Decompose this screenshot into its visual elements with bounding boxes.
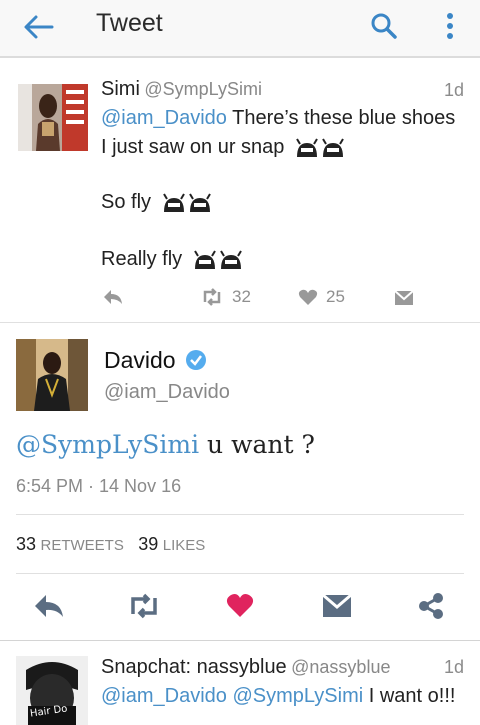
author-handle[interactable]: @iam_Davido <box>104 381 230 404</box>
back-arrow-icon[interactable] <box>22 12 56 42</box>
android-emoji-icon <box>296 138 344 157</box>
mention-link[interactable]: @iam_Davido <box>101 107 227 129</box>
tweet-text-line-2: I just saw on ur snap <box>101 131 346 164</box>
retweet-label[interactable]: RETWEETS <box>40 537 123 554</box>
tweet-timestamp: 6:54 PM · 14 Nov 16 <box>16 476 182 496</box>
divider <box>0 322 480 323</box>
reply-header: Simi @SympLySimi <box>101 78 262 101</box>
text-segment: So fly <box>101 191 152 213</box>
text-segment: I just saw on ur snap <box>101 136 285 158</box>
avatar[interactable] <box>16 339 88 411</box>
divider <box>0 640 480 641</box>
author-name[interactable]: Simi <box>101 78 140 100</box>
text-segment: There’s these blue shoes <box>226 107 456 129</box>
retweet-total[interactable]: 33 <box>16 534 36 554</box>
author-handle[interactable]: @SympLySimi <box>144 79 262 99</box>
author-name-row: Davido <box>104 347 207 374</box>
text-segment: u want ? <box>199 430 315 459</box>
share-icon[interactable] <box>417 592 445 620</box>
tweet-text: @iam_Davido @SympLySimi I want o!!! <box>101 680 455 713</box>
verified-badge-icon <box>186 350 206 370</box>
reply-header: Snapchat: nassyblue @nassyblue <box>101 656 390 679</box>
text-segment: I want o!!! <box>363 685 456 707</box>
text-segment: Really fly <box>101 248 183 270</box>
avatar[interactable]: Hair Do <box>16 656 88 725</box>
like-count: 25 <box>326 287 345 306</box>
retweet-icon[interactable] <box>126 593 162 619</box>
retweet-count: 32 <box>232 287 251 306</box>
direct-message-icon[interactable] <box>394 290 414 306</box>
author-handle[interactable]: @nassyblue <box>291 657 390 677</box>
retweet-action[interactable]: 32 <box>200 287 251 307</box>
tweet-text-line-4: Really fly <box>101 243 244 276</box>
like-total[interactable]: 39 <box>138 534 158 554</box>
author-name[interactable]: Davido <box>104 347 176 373</box>
tweet-text: @SympLySimi u want ? <box>16 430 315 459</box>
like-label[interactable]: LIKES <box>163 537 206 554</box>
mention-link[interactable]: @SympLySimi <box>232 685 363 707</box>
author-name[interactable]: Snapchat: nassyblue <box>101 656 287 678</box>
top-bar: Tweet <box>0 0 480 58</box>
direct-message-icon[interactable] <box>322 594 352 618</box>
heart-icon <box>298 289 318 305</box>
search-icon[interactable] <box>368 10 400 42</box>
reply-icon[interactable] <box>102 288 124 306</box>
overflow-menu-icon[interactable] <box>438 10 462 44</box>
engagement-stats: 33 RETWEETS 39 LIKES <box>16 534 205 555</box>
retweet-icon <box>203 288 221 306</box>
android-emoji-icon <box>193 250 242 269</box>
heart-icon[interactable] <box>226 592 254 618</box>
tweet-text-line-3: So fly <box>101 186 213 219</box>
mention-link[interactable]: @SympLySimi <box>16 430 199 459</box>
reply-icon[interactable] <box>33 593 65 619</box>
tweet-time: 1d <box>444 80 465 100</box>
android-emoji-icon <box>162 193 211 212</box>
page-title: Tweet <box>96 9 163 37</box>
divider <box>16 573 464 574</box>
mention-link[interactable]: @iam_Davido <box>101 685 227 707</box>
like-action[interactable]: 25 <box>298 287 345 307</box>
avatar[interactable] <box>18 84 88 151</box>
divider <box>16 514 464 515</box>
tweet-time: 1d <box>444 657 465 677</box>
